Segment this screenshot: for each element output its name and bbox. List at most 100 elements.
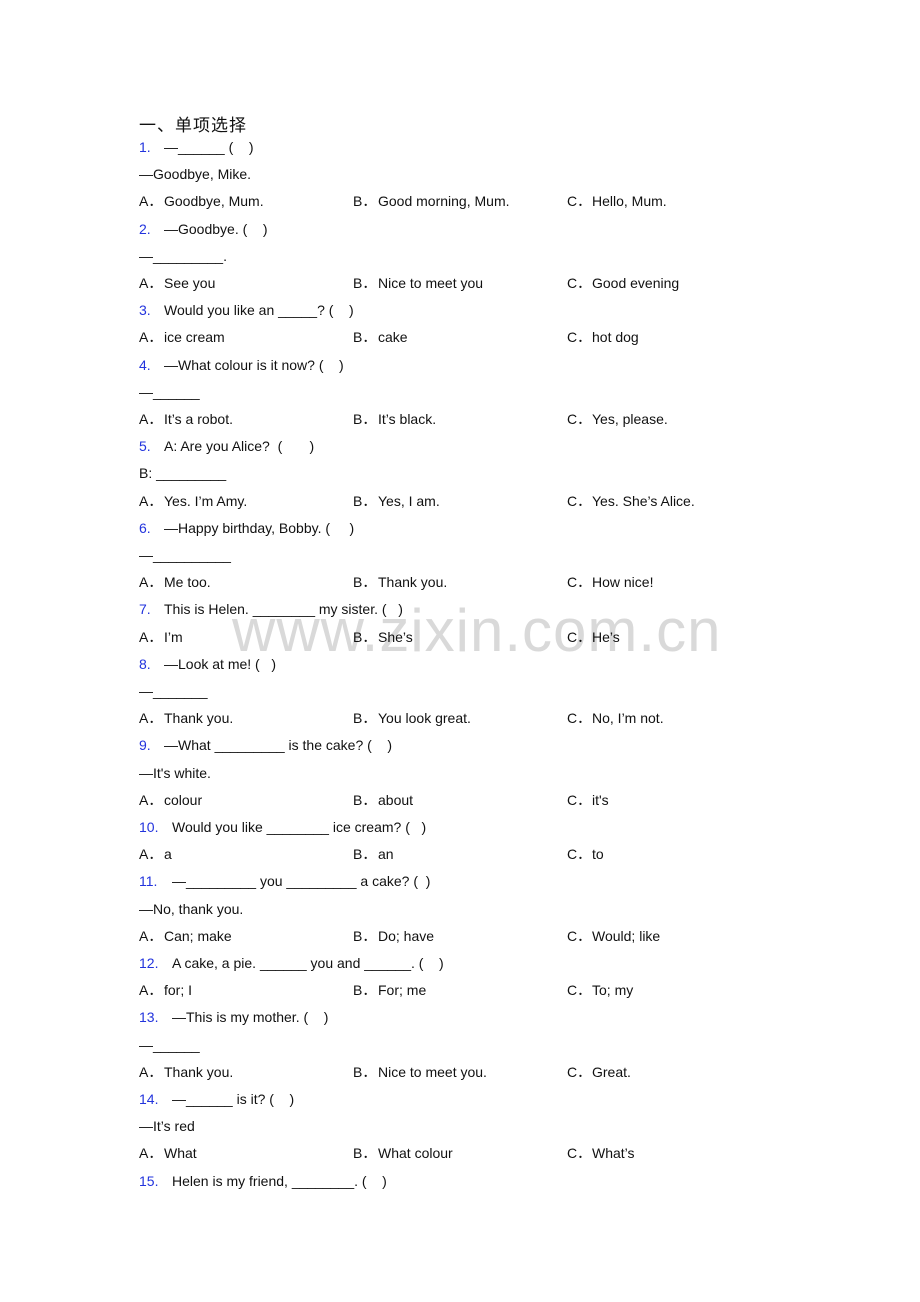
option-b[interactable]: B． Thank you. xyxy=(353,571,447,593)
option-text: colour xyxy=(164,791,203,808)
option-letter: B． xyxy=(353,982,377,999)
question-stem: 10. Would you like ________ ice cream? ( … xyxy=(139,816,426,838)
option-letter: A． xyxy=(139,411,163,427)
option-text: Hello, Mum. xyxy=(592,193,667,210)
option-letter: C． xyxy=(567,710,592,727)
option-c[interactable]: C．Would; like xyxy=(567,925,660,947)
option-a[interactable]: A． It’s a robot. xyxy=(139,408,233,430)
option-letter: B． xyxy=(353,791,377,808)
question-number: 10. xyxy=(139,819,159,835)
option-c[interactable]: C．to xyxy=(567,843,604,865)
option-c[interactable]: C．Good evening xyxy=(567,272,679,294)
document-page: www.zixin.com.cn 一、单项选择 1. —______ ( ) —Go… xyxy=(0,0,920,1302)
option-b[interactable]: B． about xyxy=(353,789,413,811)
option-letter: C． xyxy=(567,628,592,645)
option-text: Yes, please. xyxy=(592,411,668,427)
option-c[interactable]: C．To; my xyxy=(567,979,633,1001)
option-b[interactable]: B． For; me xyxy=(353,979,426,1001)
option-letter: C． xyxy=(567,982,592,999)
question-stem: 14. —______ is it? ( ) xyxy=(139,1088,294,1110)
option-text: Yes. I’m Amy. xyxy=(164,492,248,509)
question-text: —_________ you _________ a cake? ( ) xyxy=(172,873,431,890)
option-letter: A． xyxy=(139,193,163,210)
option-c[interactable]: C．Yes. She’s Alice. xyxy=(567,490,695,512)
question-stem: 6. —Happy birthday, Bobby. ( ) xyxy=(139,517,354,539)
question-text: A: Are you Alice? ( ) xyxy=(164,438,315,455)
option-letter: B． xyxy=(353,1145,377,1162)
question-number: 8. xyxy=(139,655,151,672)
option-letter: C． xyxy=(567,846,592,863)
option-c[interactable]: C．How nice! xyxy=(567,571,653,593)
option-text: Yes, I am. xyxy=(378,492,440,509)
options-row: A． Yes. I’m Amy. B． Yes, I am. C．Yes. She’s … xyxy=(139,490,759,512)
option-b[interactable]: B． You look great. xyxy=(353,707,471,729)
options-row: A． Goodbye, Mum. B． Good morning, Mum. C．Hel… xyxy=(139,190,759,212)
option-text: It’s black. xyxy=(378,411,437,427)
options-row: A． What B． What colour C．What’s xyxy=(139,1142,759,1164)
option-c[interactable]: C．Great. xyxy=(567,1061,631,1083)
question-number: 9. xyxy=(139,737,151,754)
option-b[interactable]: B． Nice to meet you xyxy=(353,272,483,294)
option-b[interactable]: B． Do; have xyxy=(353,925,434,947)
option-text: What’s xyxy=(592,1145,635,1162)
option-a[interactable]: A． I’m xyxy=(139,626,183,648)
option-letter: A． xyxy=(139,710,163,727)
option-letter: A． xyxy=(139,846,163,863)
question-text: —This is my mother. ( ) xyxy=(172,1009,329,1026)
option-letter: A． xyxy=(139,492,163,509)
option-b[interactable]: B． cake xyxy=(353,326,408,348)
option-a[interactable]: A． Goodbye, Mum. xyxy=(139,190,264,212)
question-stem: 3. Would you like an _____? ( ) xyxy=(139,299,354,321)
options-row: A． I’m B． She’s C．He’s xyxy=(139,626,759,648)
option-text: about xyxy=(378,791,414,808)
option-c[interactable]: C．it's xyxy=(567,789,609,811)
option-letter: A． xyxy=(139,982,163,999)
option-a[interactable]: A． Can; make xyxy=(139,925,232,947)
option-a[interactable]: A． Thank you. xyxy=(139,707,233,729)
option-c[interactable]: C．Yes, please. xyxy=(567,408,668,430)
option-text: What xyxy=(164,1145,197,1162)
option-a[interactable]: A． for; I xyxy=(139,979,192,1001)
option-a[interactable]: A． What xyxy=(139,1142,197,1164)
option-c[interactable]: C．hot dog xyxy=(567,326,639,348)
option-a[interactable]: A． Yes. I’m Amy. xyxy=(139,490,247,512)
option-c[interactable]: C．No, I’m not. xyxy=(567,707,664,729)
question-dialogue-line: —_________. xyxy=(139,247,227,264)
question-stem: 9. —What _________ is the cake? ( ) xyxy=(139,734,392,756)
option-b[interactable]: B． What colour xyxy=(353,1142,453,1164)
option-a[interactable]: A． Me too. xyxy=(139,571,211,593)
option-b[interactable]: B． Yes, I am. xyxy=(353,490,440,512)
option-c[interactable]: C．He’s xyxy=(567,626,620,648)
question-text: Would you like ________ ice cream? ( ) xyxy=(172,819,427,835)
question-dialogue-line: —It’s red xyxy=(139,1118,195,1135)
option-letter: C． xyxy=(567,1145,592,1162)
option-letter: B． xyxy=(353,275,377,291)
question-number: 14. xyxy=(139,1091,159,1107)
option-a[interactable]: A． Thank you. xyxy=(139,1061,233,1083)
option-letter: B． xyxy=(353,628,377,645)
option-a[interactable]: A． colour xyxy=(139,789,202,811)
option-b[interactable]: B． Good morning, Mum. xyxy=(353,190,510,212)
option-c[interactable]: C．Hello, Mum. xyxy=(567,190,667,212)
question-number: 11. xyxy=(139,873,158,890)
option-letter: A． xyxy=(139,574,163,591)
option-c[interactable]: C．What’s xyxy=(567,1142,635,1164)
option-b[interactable]: B． She’s xyxy=(353,626,413,648)
option-a[interactable]: A． a xyxy=(139,843,172,865)
question-number: 1. xyxy=(139,139,151,155)
option-letter: C． xyxy=(567,574,592,591)
option-text: Good morning, Mum. xyxy=(378,193,510,210)
question-number: 2. xyxy=(139,220,151,237)
option-letter: A． xyxy=(139,791,163,808)
option-a[interactable]: A． ice cream xyxy=(139,326,225,348)
question-number: 3. xyxy=(139,302,151,319)
option-b[interactable]: B． It’s black. xyxy=(353,408,436,430)
option-letter: B． xyxy=(353,492,377,509)
option-letter: B． xyxy=(353,329,377,346)
option-b[interactable]: B． an xyxy=(353,843,394,865)
option-a[interactable]: A． See you xyxy=(139,272,215,294)
option-letter: C． xyxy=(567,492,592,509)
option-b[interactable]: B． Nice to meet you. xyxy=(353,1061,487,1083)
option-text: Would; like xyxy=(592,927,661,944)
option-text: You look great. xyxy=(378,710,471,727)
